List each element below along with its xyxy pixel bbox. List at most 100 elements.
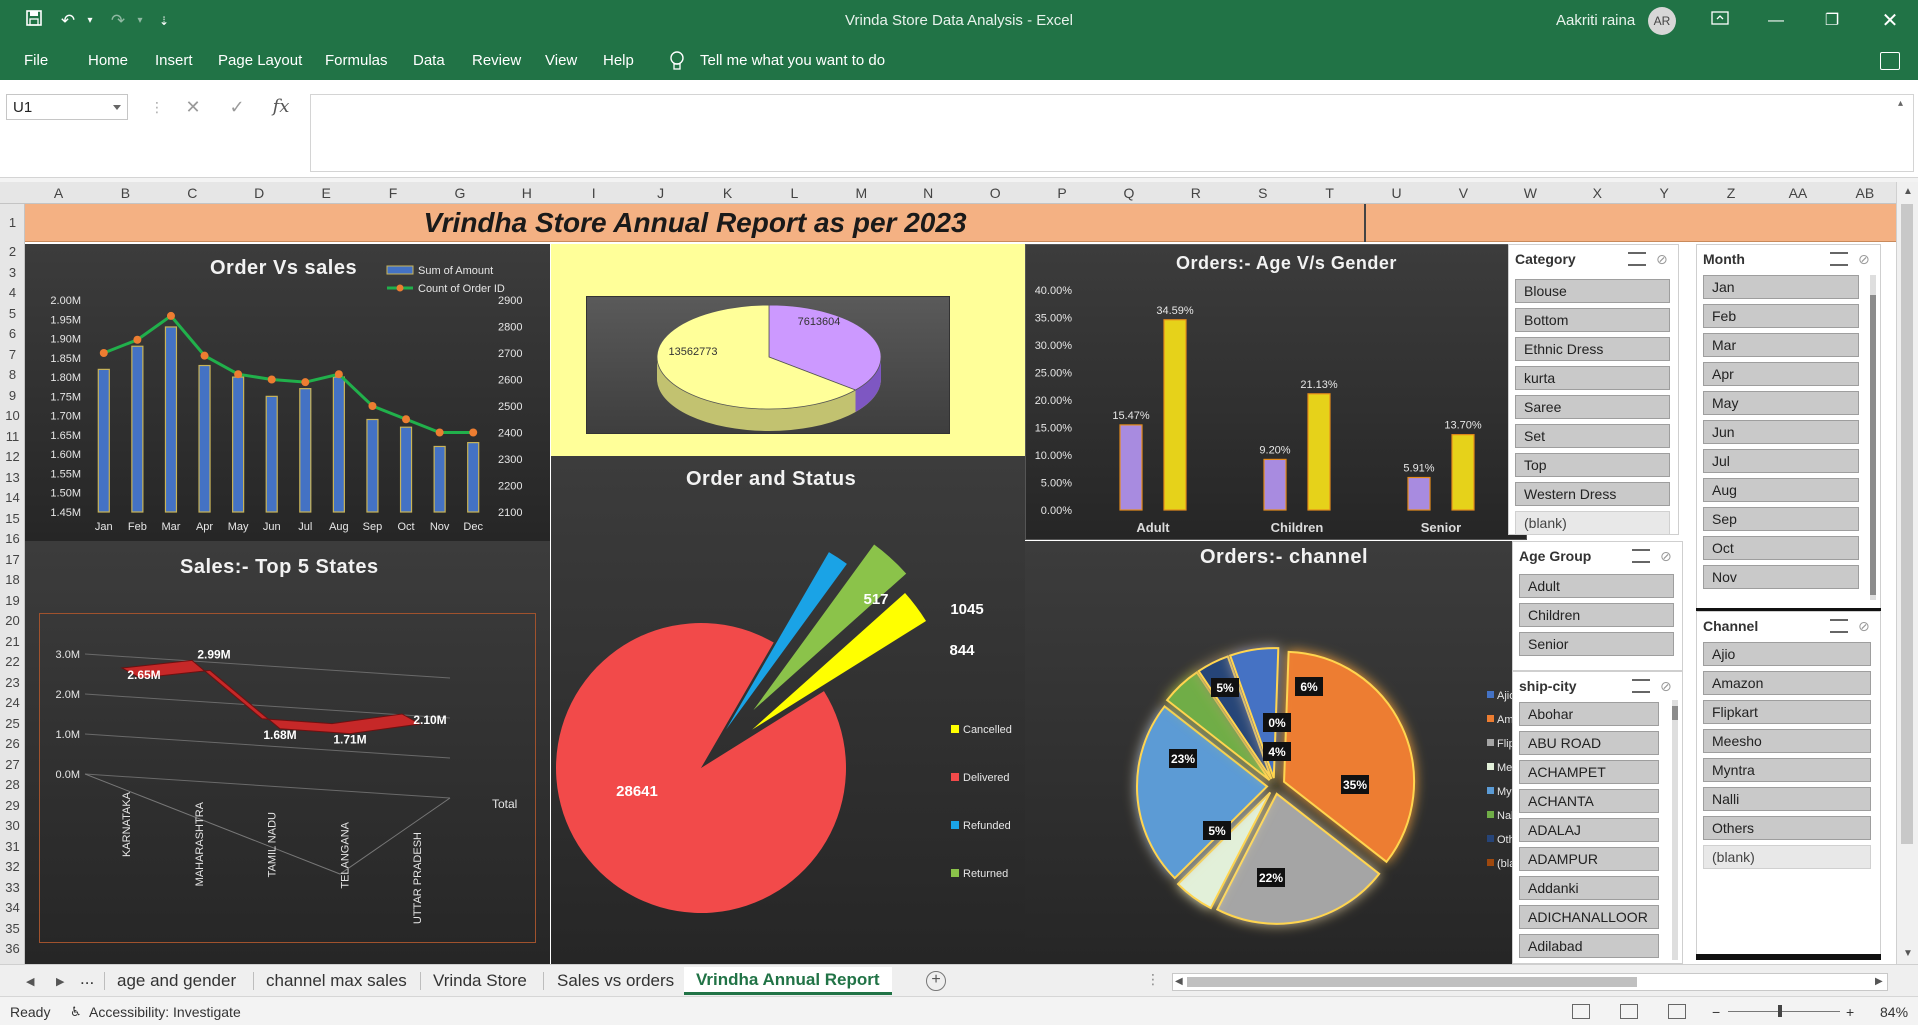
column-header[interactable]: H — [493, 185, 560, 201]
tell-me-search[interactable]: Tell me what you want to do — [700, 52, 885, 69]
top-states-chart[interactable]: Sales:- Top 5 States 0.0M 1.0M 2.0M 3.0M 2.6… — [25, 541, 550, 964]
column-header[interactable]: A — [25, 185, 92, 201]
tab-help[interactable]: Help — [603, 52, 634, 69]
slicer-item[interactable]: Abohar — [1519, 702, 1659, 726]
restore-icon[interactable]: ❐ — [1812, 6, 1852, 36]
row-header[interactable]: 18 — [0, 572, 25, 587]
slicer-item[interactable]: Aug — [1703, 478, 1859, 502]
sheet-tab-vrinda-store[interactable]: Vrinda Store — [433, 971, 527, 991]
row-header[interactable]: 7 — [0, 347, 25, 362]
row-header[interactable]: 19 — [0, 593, 25, 608]
slicer-item[interactable]: (blank) — [1703, 845, 1871, 869]
scroll-right-icon[interactable]: ▶ — [1875, 976, 1883, 987]
tab-insert[interactable]: Insert — [155, 52, 193, 69]
column-header[interactable]: E — [293, 185, 360, 201]
row-header[interactable]: 20 — [0, 613, 25, 628]
multi-select-icon[interactable] — [1628, 252, 1646, 266]
tab-page-layout[interactable]: Page Layout — [218, 52, 302, 69]
slicer-item[interactable]: ADALAJ — [1519, 818, 1659, 842]
column-header[interactable]: J — [627, 185, 694, 201]
scroll-left-icon[interactable]: ◀ — [1175, 976, 1183, 987]
row-header[interactable]: 21 — [0, 634, 25, 649]
row-header[interactable]: 28 — [0, 777, 25, 792]
close-icon[interactable]: ✕ — [1870, 6, 1910, 36]
slicer-item[interactable]: Ajio — [1703, 642, 1871, 666]
comments-icon[interactable] — [1880, 52, 1900, 70]
minimize-icon[interactable]: — — [1756, 6, 1796, 36]
slicer-item[interactable]: Jul — [1703, 449, 1859, 473]
slicer-item[interactable]: Meesho — [1703, 729, 1871, 753]
tab-data[interactable]: Data — [413, 52, 445, 69]
order-vs-sales-chart[interactable]: Order Vs sales 1.45M 1.50M 1.55M 1.60M 1.65M… — [25, 244, 550, 541]
column-header[interactable]: F — [360, 185, 427, 201]
column-header[interactable]: C — [159, 185, 226, 201]
slicer-item[interactable]: ADICHANALLOOR — [1519, 905, 1659, 929]
column-header[interactable]: N — [895, 185, 962, 201]
month-slicer[interactable]: Month ⊘ Jan Feb Mar Apr May Jun Jul Aug Sep Oct Nov — [1696, 244, 1881, 609]
tab-review[interactable]: Review — [472, 52, 521, 69]
zoom-slider-thumb[interactable] — [1778, 1005, 1782, 1017]
row-header[interactable]: 35 — [0, 921, 25, 936]
slicer-scrollbar[interactable] — [1672, 700, 1678, 960]
column-header[interactable]: T — [1296, 185, 1363, 201]
slicer-item[interactable]: ABU ROAD — [1519, 731, 1659, 755]
row-header[interactable]: 27 — [0, 757, 25, 772]
slicer-item[interactable]: Ethnic Dress — [1515, 337, 1670, 361]
slicer-item[interactable]: Top — [1515, 453, 1670, 477]
slicer-item[interactable]: Bottom — [1515, 308, 1670, 332]
formula-input[interactable] — [310, 94, 1914, 172]
row-header[interactable]: 16 — [0, 531, 25, 546]
column-header[interactable]: B — [92, 185, 159, 201]
slicer-item[interactable]: May — [1703, 391, 1859, 415]
redo-icon[interactable]: ↷ — [106, 9, 130, 33]
avatar[interactable]: AR — [1648, 7, 1676, 35]
row-header[interactable]: 13 — [0, 470, 25, 485]
column-header[interactable]: V — [1430, 185, 1497, 201]
slicer-item[interactable]: Jun — [1703, 420, 1859, 444]
clear-filter-icon[interactable]: ⊘ — [1656, 251, 1672, 267]
category-slicer[interactable]: Category ⊘ Blouse Bottom Ethnic Dress kurta Sa… — [1508, 244, 1679, 535]
clear-filter-icon[interactable]: ⊘ — [1858, 251, 1874, 267]
slicer-item[interactable]: Sep — [1703, 507, 1859, 531]
horizontal-scrollbar[interactable]: ◀ ▶ — [1172, 973, 1888, 991]
slicer-item[interactable]: Western Dress — [1515, 482, 1670, 506]
slicer-item[interactable]: ACHANTA — [1519, 789, 1659, 813]
cancel-entry-icon[interactable]: ✕ — [178, 94, 208, 120]
row-header[interactable]: 29 — [0, 798, 25, 813]
row-header[interactable]: 2 — [0, 244, 25, 259]
row-header[interactable]: 33 — [0, 880, 25, 895]
slicer-item[interactable]: ACHAMPET — [1519, 760, 1659, 784]
tab-file[interactable]: File — [24, 52, 48, 69]
slicer-item[interactable]: kurta — [1515, 366, 1670, 390]
prev-sheet-icon[interactable]: ◀ — [26, 975, 34, 988]
slicer-item[interactable]: Amazon — [1703, 671, 1871, 695]
zoom-slider[interactable] — [1728, 1011, 1840, 1012]
slicer-item[interactable]: Jan — [1703, 275, 1859, 299]
scroll-down-icon[interactable]: ▼ — [1903, 948, 1913, 959]
zoom-in-icon[interactable]: + — [1846, 1004, 1854, 1020]
slicer-item[interactable]: Others — [1703, 816, 1871, 840]
age-vs-gender-chart[interactable]: Orders:- Age V/s Gender 0.00% 5.00% 10.00%… — [1025, 244, 1527, 540]
row-header[interactable]: 8 — [0, 367, 25, 382]
column-header[interactable]: M — [828, 185, 895, 201]
scroll-thumb[interactable] — [1187, 977, 1637, 987]
sheet-tab-channel-max-sales[interactable]: channel max sales — [266, 971, 407, 991]
accessibility-icon[interactable]: ♿︎ — [70, 1004, 82, 1020]
slicer-item[interactable]: Adilabad — [1519, 934, 1659, 958]
column-header[interactable]: W — [1497, 185, 1564, 201]
row-header[interactable]: 1 — [0, 215, 25, 230]
slicer-scroll-thumb[interactable] — [1672, 706, 1678, 720]
slicer-item[interactable]: Set — [1515, 424, 1670, 448]
page-break-view-icon[interactable] — [1668, 1004, 1686, 1019]
chevron-down-icon[interactable] — [113, 105, 121, 110]
row-header[interactable]: 3 — [0, 265, 25, 280]
column-header[interactable]: P — [1029, 185, 1096, 201]
scroll-thumb[interactable] — [1901, 204, 1913, 844]
customize-toolbar-icon[interactable]: ⇣ — [152, 9, 176, 33]
row-header[interactable]: 17 — [0, 552, 25, 567]
column-header[interactable]: Q — [1096, 185, 1163, 201]
ribbon-display-options-icon[interactable] — [1700, 6, 1740, 36]
add-sheet-icon[interactable]: + — [926, 971, 946, 991]
slicer-item[interactable]: Nov — [1703, 565, 1859, 589]
column-header[interactable]: Y — [1631, 185, 1698, 201]
